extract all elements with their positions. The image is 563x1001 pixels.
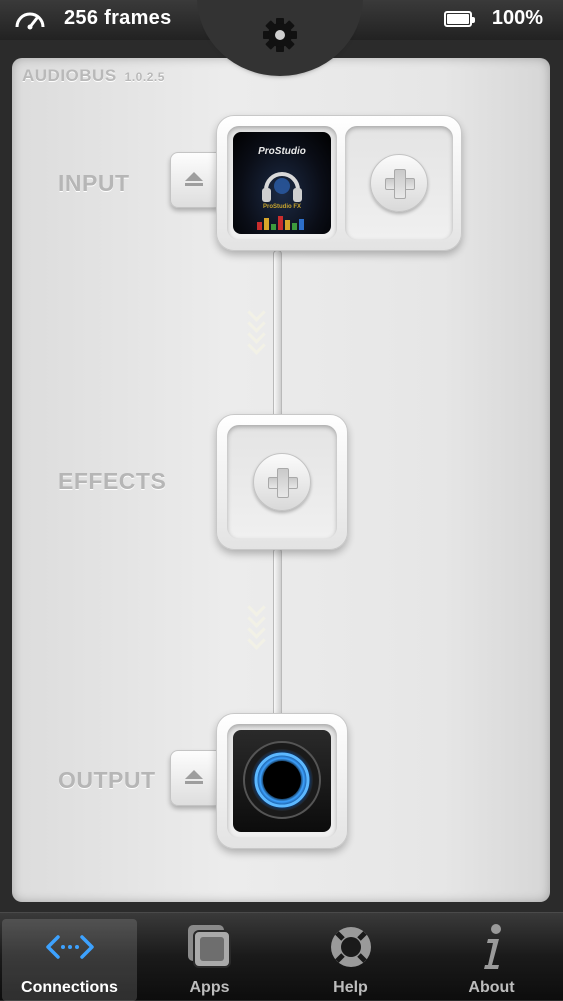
effects-card (216, 414, 348, 550)
connector-effects-output (273, 548, 282, 718)
effects-label: EFFECTS (58, 468, 167, 494)
gear-icon (263, 18, 297, 52)
brand-name: AUDIOBUS (22, 66, 117, 85)
brand-version: 1.0.2.5 (124, 70, 165, 84)
prostudio-app-icon[interactable]: ProStudio ProStudio FX (233, 132, 331, 234)
output-app-slot[interactable] (227, 724, 337, 838)
connections-panel: AUDIOBUS 1.0.2.5 INPUT ProStudio ProStud… (12, 58, 550, 902)
tab-connections[interactable]: Connections (2, 919, 137, 1001)
output-card (216, 713, 348, 849)
output-eject-button[interactable] (170, 750, 218, 806)
eject-icon (185, 770, 203, 784)
tab-apps[interactable]: Apps (142, 919, 277, 1001)
add-effect-button[interactable] (253, 453, 311, 511)
speaker-ring-icon (243, 741, 321, 819)
app-title: ProStudio (258, 146, 306, 157)
input-add-slot (345, 126, 453, 240)
output-label: OUTPUT (58, 767, 156, 793)
frames-count: 256 frames (64, 7, 172, 29)
tab-label: Apps (189, 979, 230, 996)
frames-indicator: 256 frames (14, 7, 172, 30)
input-app-slot[interactable]: ProStudio ProStudio FX (227, 126, 337, 240)
flow-arrows-icon (246, 303, 266, 355)
tab-about[interactable]: About (424, 919, 559, 1001)
headphones-icon (262, 172, 302, 202)
flow-arrows-icon (246, 598, 266, 650)
apps-icon (188, 925, 231, 968)
battery-indicator: 100% (443, 7, 543, 30)
battery-percent: 100% (491, 7, 543, 29)
tab-help[interactable]: Help (283, 919, 418, 1001)
connections-icon (46, 935, 94, 959)
lifebuoy-icon (331, 927, 371, 967)
input-label: INPUT (58, 170, 130, 196)
add-input-button[interactable] (370, 154, 428, 212)
app-brand: AUDIOBUS 1.0.2.5 (22, 66, 165, 86)
tab-label: Connections (21, 979, 118, 996)
output-app-icon[interactable] (233, 730, 331, 832)
input-eject-button[interactable] (170, 152, 218, 208)
info-icon (484, 924, 501, 969)
tab-label: About (468, 979, 515, 996)
equalizer-icon (257, 216, 304, 230)
input-card: ProStudio ProStudio FX (216, 115, 462, 251)
tab-label: Help (333, 979, 368, 996)
tab-bar: Connections Apps Help About (0, 912, 563, 1001)
gauge-icon (15, 12, 45, 29)
app-subtitle: ProStudio FX (263, 204, 301, 210)
effects-add-slot (227, 425, 337, 539)
eject-icon (185, 172, 203, 186)
battery-icon (443, 10, 475, 27)
connector-input-effects (273, 250, 282, 418)
